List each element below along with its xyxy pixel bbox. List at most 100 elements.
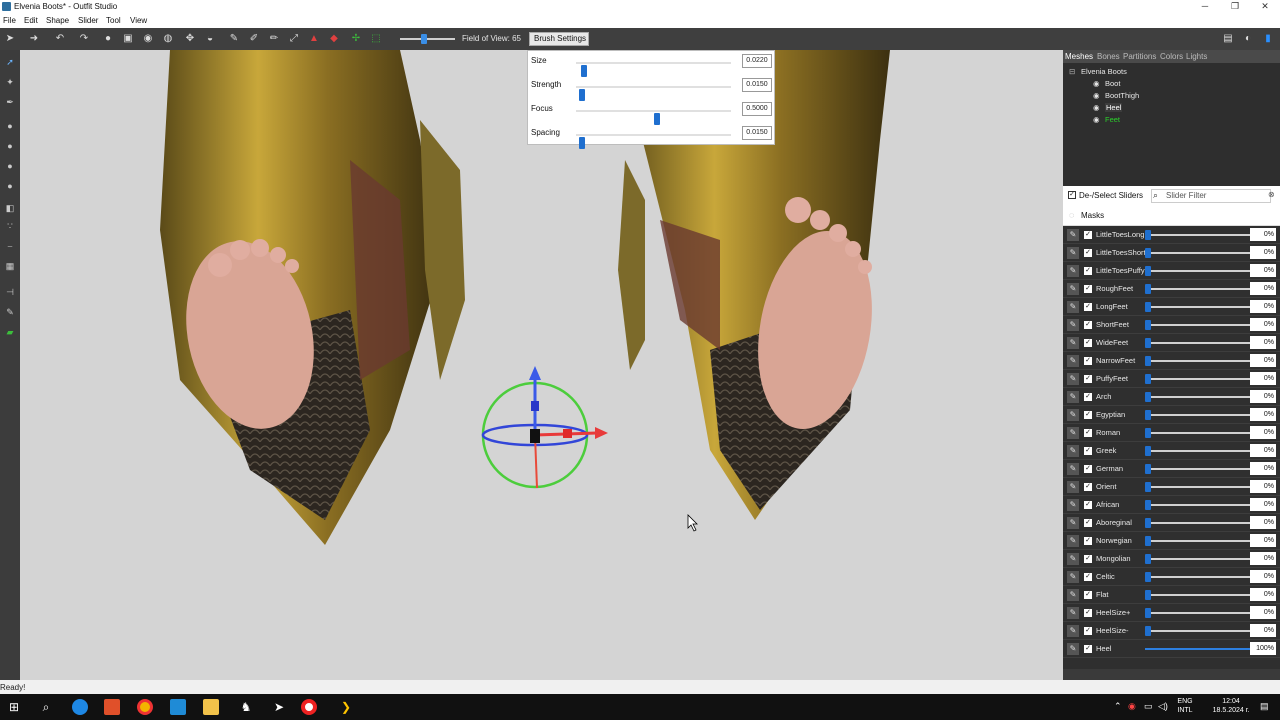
- transform-gizmo[interactable]: [481, 366, 608, 489]
- slider-track[interactable]: [1145, 356, 1255, 366]
- slider-percent[interactable]: 0%: [1250, 480, 1276, 493]
- lighting-icon[interactable]: ▰: [3, 326, 17, 338]
- masks-expand-icon[interactable]: ◌: [1069, 210, 1074, 220]
- color-brush-icon[interactable]: ✐: [248, 33, 260, 45]
- mask-brush-icon[interactable]: ▣: [122, 33, 134, 45]
- slider-checkbox[interactable]: ✓: [1084, 573, 1092, 581]
- slider-edit-icon[interactable]: ✎: [1067, 625, 1079, 637]
- slider-track[interactable]: [1145, 392, 1255, 402]
- terminal-icon[interactable]: ❯: [337, 698, 355, 716]
- slider-checkbox[interactable]: ✓: [1084, 411, 1092, 419]
- slider-edit-icon[interactable]: ✎: [1067, 427, 1079, 439]
- slider-checkbox[interactable]: ✓: [1084, 321, 1092, 329]
- slider-knob[interactable]: [1145, 464, 1151, 474]
- slider-checkbox[interactable]: ✓: [1084, 357, 1092, 365]
- slider-edit-icon[interactable]: ✎: [1067, 463, 1079, 475]
- deflate-brush-icon[interactable]: ◍: [162, 33, 174, 45]
- slider-track[interactable]: [1145, 302, 1255, 312]
- slider-edit-icon[interactable]: ✎: [1067, 499, 1079, 511]
- clock-time[interactable]: 12:04: [1206, 698, 1256, 705]
- chrome-icon[interactable]: [137, 699, 153, 715]
- slider-knob[interactable]: [1145, 572, 1151, 582]
- vertex-edit-icon[interactable]: ✢: [350, 33, 362, 45]
- slider-edit-icon[interactable]: ✎: [1067, 643, 1079, 655]
- slider-checkbox[interactable]: ✓: [1084, 303, 1092, 311]
- slider-percent[interactable]: 100%: [1250, 642, 1276, 655]
- slider-knob[interactable]: [1145, 248, 1151, 258]
- record-icon[interactable]: [301, 699, 317, 715]
- slider-percent[interactable]: 0%: [1250, 624, 1276, 637]
- slider-edit-icon[interactable]: ✎: [1067, 265, 1079, 277]
- slider-knob[interactable]: [1145, 392, 1151, 402]
- slider-track[interactable]: [1145, 518, 1255, 528]
- slider-knob[interactable]: [1145, 554, 1151, 564]
- github-icon[interactable]: ◐: [1242, 33, 1254, 45]
- slider-knob[interactable]: [1145, 500, 1151, 510]
- slider-edit-icon[interactable]: ✎: [1067, 283, 1079, 295]
- slider-track[interactable]: [1145, 320, 1255, 330]
- slider-percent[interactable]: 0%: [1250, 516, 1276, 529]
- slider-edit-icon[interactable]: ✎: [1067, 553, 1079, 565]
- slider-knob[interactable]: [1145, 338, 1151, 348]
- mail-icon[interactable]: [170, 699, 186, 715]
- slider-percent[interactable]: 0%: [1250, 354, 1276, 367]
- toggle-icon[interactable]: ◧: [3, 202, 17, 214]
- language-top[interactable]: ENG: [1174, 698, 1196, 705]
- minimize-button[interactable]: ─: [1190, 0, 1220, 14]
- pin-icon[interactable]: ✦: [3, 76, 17, 88]
- slider-edit-icon[interactable]: ✎: [1067, 481, 1079, 493]
- slider-percent[interactable]: 0%: [1250, 534, 1276, 547]
- brush-tool-icon[interactable]: ➜: [28, 33, 40, 45]
- pen-icon[interactable]: ✒: [3, 96, 17, 108]
- slider-track[interactable]: [1145, 626, 1255, 636]
- move-brush-icon[interactable]: ✥: [184, 33, 196, 45]
- brush-strength-knob[interactable]: [579, 89, 585, 101]
- slider-track[interactable]: [1145, 266, 1255, 276]
- brush-spacing-value[interactable]: 0.0150: [742, 126, 772, 140]
- menu-file[interactable]: File: [3, 16, 16, 25]
- slider-percent[interactable]: 0%: [1250, 570, 1276, 583]
- link-icon[interactable]: ⊣: [3, 286, 17, 298]
- slider-knob[interactable]: [1145, 482, 1151, 492]
- slider-track[interactable]: [1145, 500, 1255, 510]
- slider-checkbox[interactable]: ✓: [1084, 447, 1092, 455]
- windows-start-icon[interactable]: ⊞: [5, 698, 23, 716]
- sphere-medium-icon[interactable]: ●: [3, 140, 17, 152]
- outfit-studio-taskbar-icon[interactable]: ➤: [270, 698, 288, 716]
- slider-percent[interactable]: 0%: [1250, 282, 1276, 295]
- mesh-item[interactable]: Feet: [1105, 115, 1120, 124]
- redo-icon[interactable]: ↷: [78, 33, 90, 45]
- search-taskbar-icon[interactable]: ⌕: [37, 698, 55, 716]
- brush-spacing-track[interactable]: [576, 134, 731, 149]
- slider-percent[interactable]: 0%: [1250, 264, 1276, 277]
- slider-edit-icon[interactable]: ✎: [1067, 319, 1079, 331]
- slider-checkbox[interactable]: ✓: [1084, 393, 1092, 401]
- clock-date[interactable]: 18.5.2024 г.: [1206, 707, 1256, 714]
- slider-percent[interactable]: 0%: [1250, 498, 1276, 511]
- slider-edit-icon[interactable]: ✎: [1067, 301, 1079, 313]
- transform-icon[interactable]: ▲: [308, 33, 320, 45]
- tab-meshes[interactable]: Meshes: [1065, 52, 1093, 61]
- slider-checkbox[interactable]: ✓: [1084, 501, 1092, 509]
- slider-percent[interactable]: 0%: [1250, 408, 1276, 421]
- slider-checkbox[interactable]: ✓: [1084, 429, 1092, 437]
- slider-knob[interactable]: [1145, 230, 1151, 240]
- slider-percent[interactable]: 0%: [1250, 372, 1276, 385]
- slider-knob[interactable]: [1145, 374, 1151, 384]
- brush-size-track[interactable]: [576, 62, 731, 77]
- slider-filter-input[interactable]: Slider Filter: [1151, 189, 1271, 203]
- slider-percent[interactable]: 0%: [1250, 390, 1276, 403]
- slider-knob[interactable]: [1145, 608, 1151, 618]
- inflate-brush-icon[interactable]: ◉: [142, 33, 154, 45]
- slider-knob[interactable]: [1145, 410, 1151, 420]
- slider-edit-icon[interactable]: ✎: [1067, 373, 1079, 385]
- brush-focus-value[interactable]: 0.5000: [742, 102, 772, 116]
- slider-checkbox[interactable]: ✓: [1084, 555, 1092, 563]
- slider-edit-icon[interactable]: ✎: [1067, 391, 1079, 403]
- slider-knob[interactable]: [1145, 266, 1151, 276]
- tree-expand-icon[interactable]: ⊟: [1069, 67, 1075, 76]
- vertex-icon[interactable]: ∵: [3, 220, 17, 232]
- mesh-visibility-eye-icon[interactable]: ◉: [1093, 115, 1100, 124]
- brush-icon[interactable]: ✎: [3, 306, 17, 318]
- slider-track[interactable]: [1145, 644, 1258, 654]
